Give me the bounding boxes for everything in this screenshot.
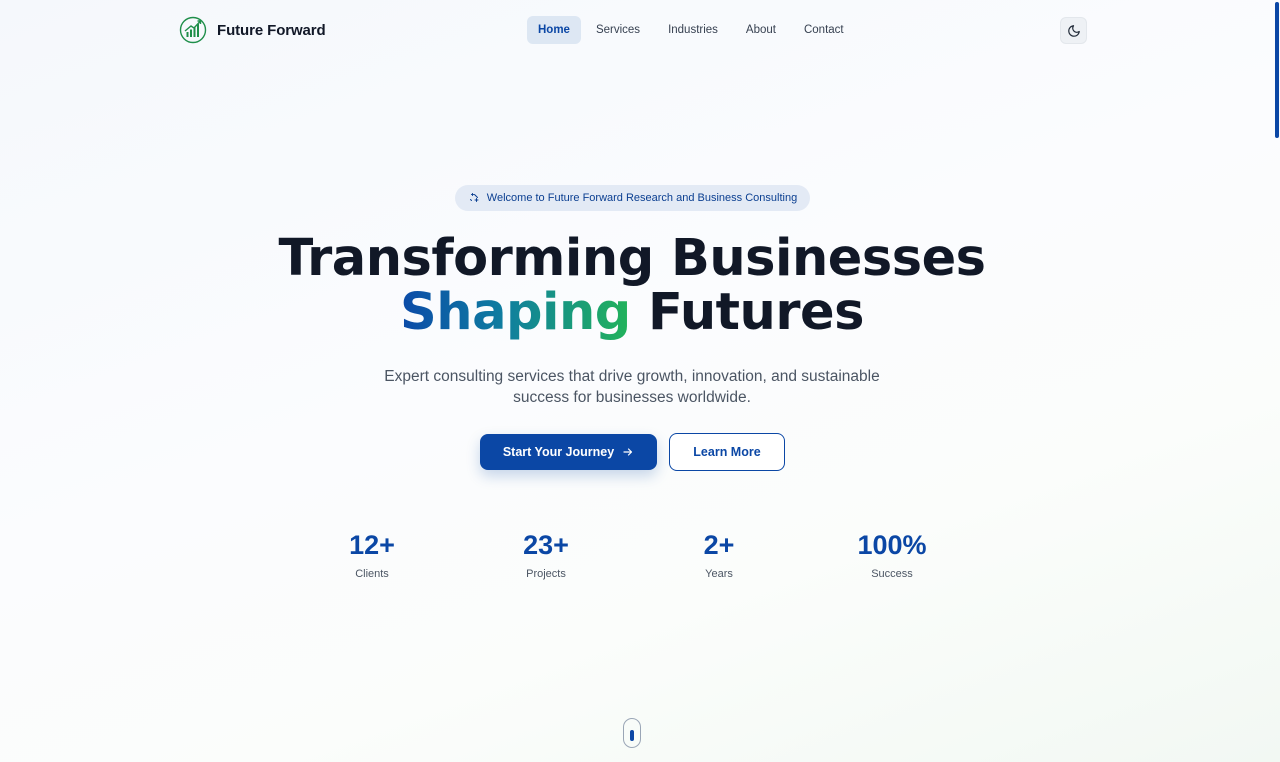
growth-chart-logo-icon — [179, 16, 207, 44]
stat-label: Success — [871, 568, 913, 580]
stat-label: Projects — [526, 568, 566, 580]
hero-title: Transforming Businesses Shaping Futures — [0, 232, 1264, 340]
welcome-badge: Welcome to Future Forward Research and B… — [455, 185, 810, 211]
stat-value: 2+ — [703, 530, 735, 560]
stat-projects: 23+ Projects — [466, 528, 626, 580]
learn-more-label: Learn More — [693, 445, 761, 459]
stat-success: 100% Success — [812, 528, 972, 580]
nav-item-home[interactable]: Home — [527, 16, 581, 44]
arrow-right-icon — [623, 448, 633, 456]
theme-toggle-button[interactable] — [1060, 17, 1087, 44]
page-scrollbar[interactable] — [1274, 0, 1280, 762]
navbar: Future Forward Home Services Industries … — [0, 0, 1280, 62]
sparkles-icon — [469, 193, 479, 202]
start-journey-label: Start Your Journey — [502, 445, 615, 459]
hero-title-highlight: Shaping — [400, 283, 631, 342]
stat-label: Clients — [355, 568, 389, 580]
mouse-scroll-dot — [630, 730, 634, 741]
stat-value: 100% — [857, 530, 927, 560]
nav-item-contact[interactable]: Contact — [791, 16, 857, 44]
nav-item-about[interactable]: About — [733, 16, 789, 44]
start-journey-button[interactable]: Start Your Journey — [480, 434, 657, 470]
stat-label: Years — [705, 568, 733, 580]
hero-title-line1: Transforming Businesses — [278, 229, 986, 288]
stat-value: 12+ — [349, 530, 395, 560]
brand-link[interactable]: Future Forward — [179, 15, 326, 45]
moon-icon — [1067, 24, 1080, 37]
nav-item-industries[interactable]: Industries — [655, 16, 731, 44]
mouse-scroll-icon[interactable] — [623, 718, 641, 748]
stat-value: 23+ — [523, 530, 569, 560]
brand-name: Future Forward — [217, 21, 326, 39]
scrollbar-thumb[interactable] — [1275, 2, 1279, 138]
learn-more-button[interactable]: Learn More — [669, 433, 785, 471]
hero-subtitle: Expert consulting services that drive gr… — [384, 368, 880, 406]
hero-title-line2: Futures — [630, 283, 864, 342]
nav-item-services[interactable]: Services — [583, 16, 653, 44]
welcome-badge-text: Welcome to Future Forward Research and B… — [486, 192, 798, 204]
main-menu: Home Services Industries About Contact — [527, 16, 857, 44]
stat-clients: 12+ Clients — [292, 528, 452, 580]
stat-years: 2+ Years — [639, 528, 799, 580]
